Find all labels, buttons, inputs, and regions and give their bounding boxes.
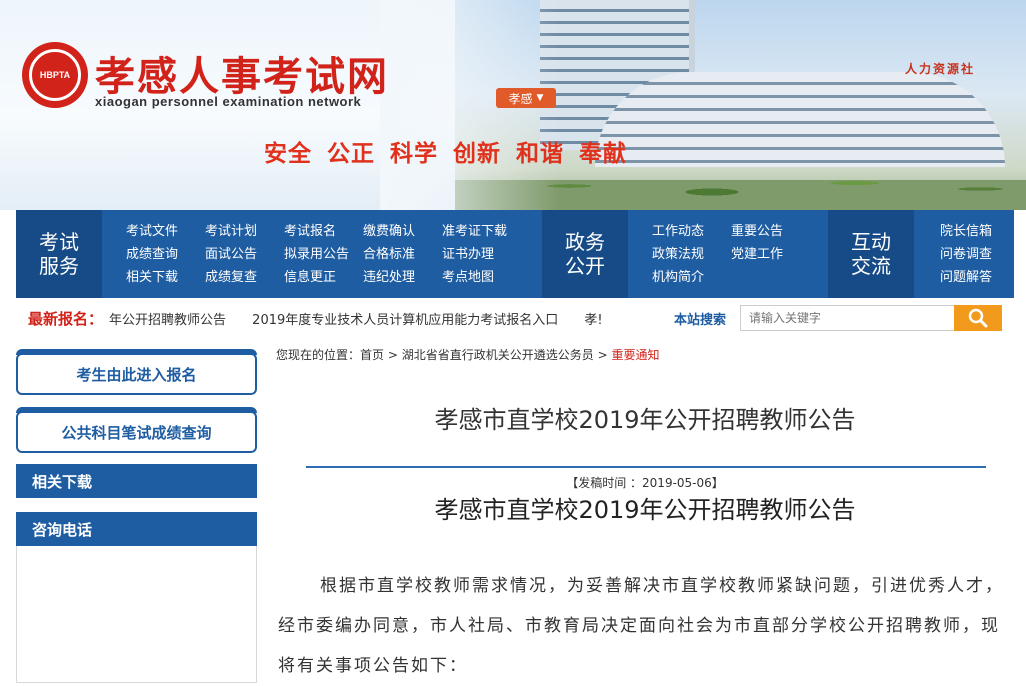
nav-group-interaction: 互动交流 院长信箱 问卷调查 问题解答: [828, 210, 1020, 298]
nav-link[interactable]: 考点地图: [442, 268, 532, 287]
nav-link[interactable]: 考试文件: [126, 222, 205, 241]
breadcrumb-prefix: 您现在的位置：: [276, 348, 361, 362]
nav-link[interactable]: 考试计划: [205, 222, 284, 241]
city-selector-label: 孝感: [508, 91, 533, 106]
title-divider: [306, 466, 986, 468]
nav-link[interactable]: 党建工作: [731, 245, 810, 264]
ticker-items: 年公开招聘教师公告 2019年度专业技术人员计算机应用能力考试报名入口 孝!: [109, 309, 614, 328]
sidebar-section-hotline: 咨询电话: [16, 512, 257, 546]
publish-date: 【发稿时间 ：2019-05-06】: [566, 476, 724, 490]
nav-group-title[interactable]: 政务公开: [542, 210, 628, 298]
nav-link[interactable]: 成绩复查: [205, 268, 284, 287]
nav-link[interactable]: 工作动态: [652, 222, 731, 241]
nav-link[interactable]: 违纪处理: [363, 268, 442, 287]
nav-link[interactable]: 面试公告: [205, 245, 284, 264]
nav-links: 工作动态 重要公告 政策法规 党建工作 机构简介: [628, 222, 828, 287]
breadcrumb-home-link[interactable]: 首页: [360, 348, 384, 362]
search-icon: [968, 308, 988, 328]
nav-group-gov-affairs: 政务公开 工作动态 重要公告 政策法规 党建工作 机构简介: [542, 210, 828, 298]
ticker-link[interactable]: 2019年度专业技术人员计算机应用能力考试报名入口: [252, 313, 558, 328]
main-nav: 考试服务 考试文件 考试计划 考试报名 缴费确认 准考证下载 成绩查询 面试公告…: [16, 210, 1014, 298]
article-body: 根据市直学校教师需求情况，为妥善解决市直学校教师紧缺问题，引进优秀人才，经市委编…: [278, 576, 1004, 676]
city-selector-button[interactable]: 孝感 ▼: [496, 88, 556, 108]
search-input[interactable]: [740, 305, 955, 331]
site-subtitle: xiaogan personnel examination network: [95, 94, 362, 109]
site-logo-icon[interactable]: HBPTA: [22, 42, 88, 108]
ticker-link[interactable]: 年公开招聘教师公告: [109, 313, 226, 328]
breadcrumb-separator: >: [597, 348, 608, 362]
ticker-link[interactable]: 孝!: [584, 313, 602, 328]
register-entry-button[interactable]: 考生由此进入报名: [16, 349, 257, 395]
chevron-down-icon: ▼: [536, 93, 544, 103]
page-title: 孝感市直学校2019年公开招聘教师公告: [434, 406, 856, 434]
nav-link[interactable]: 信息更正: [284, 268, 363, 287]
article-title: 孝感市直学校2019年公开招聘教师公告: [434, 496, 856, 524]
nav-link[interactable]: 证书办理: [442, 245, 532, 264]
nav-group-title[interactable]: 互动交流: [828, 210, 914, 298]
breadcrumb-separator: >: [387, 348, 398, 362]
slogan: 安全 公正 科学 创新 和谐 奉献: [264, 141, 628, 167]
nav-link[interactable]: 缴费确认: [363, 222, 442, 241]
nav-link[interactable]: 机构简介: [652, 268, 731, 287]
search-label: 本站搜索: [674, 313, 727, 328]
hotline-panel: [16, 546, 257, 683]
nav-group-exam-service: 考试服务 考试文件 考试计划 考试报名 缴费确认 准考证下载 成绩查询 面试公告…: [16, 210, 532, 298]
nav-link[interactable]: 重要公告: [731, 222, 810, 241]
breadcrumb: 您现在的位置：首页 > 湖北省省直行政机关公开遴选公务员 > 重要通知: [276, 346, 660, 363]
nav-link[interactable]: 成绩查询: [126, 245, 205, 264]
nav-link[interactable]: 准考证下载: [442, 222, 532, 241]
sidebar-section-downloads: 相关下载: [16, 464, 257, 498]
nav-links: 考试文件 考试计划 考试报名 缴费确认 准考证下载 成绩查询 面试公告 拟录用公…: [102, 222, 532, 287]
header-banner: 人力资源社 HBPTA 孝感人事考试网 xiaogan personnel ex…: [0, 0, 1026, 210]
breadcrumb-current-link[interactable]: 重要通知: [611, 348, 659, 362]
ticker-label: 最新报名：: [28, 309, 104, 328]
nav-link[interactable]: 政策法规: [652, 245, 731, 264]
nav-link[interactable]: 问卷调查: [940, 245, 1020, 264]
building-sign: 人力资源社: [905, 62, 976, 76]
logo-text: HBPTA: [29, 49, 81, 101]
nav-link[interactable]: 考试报名: [284, 222, 363, 241]
nav-link[interactable]: 问题解答: [940, 268, 1020, 287]
nav-links: 院长信箱 问卷调查 问题解答: [914, 222, 1020, 287]
nav-group-title[interactable]: 考试服务: [16, 210, 102, 298]
breadcrumb-category-link[interactable]: 湖北省省直行政机关公开遴选公务员: [402, 348, 594, 362]
nav-link[interactable]: 相关下载: [126, 268, 205, 287]
written-score-query-button[interactable]: 公共科目笔试成绩查询: [16, 407, 257, 453]
nav-link[interactable]: 拟录用公告: [284, 245, 363, 264]
latest-registration-ticker: 最新报名： 年公开招聘教师公告 2019年度专业技术人员计算机应用能力考试报名入…: [16, 303, 1014, 333]
search-button[interactable]: [954, 305, 1002, 331]
nav-link[interactable]: 合格标准: [363, 245, 442, 264]
nav-link[interactable]: 院长信箱: [940, 222, 1020, 241]
